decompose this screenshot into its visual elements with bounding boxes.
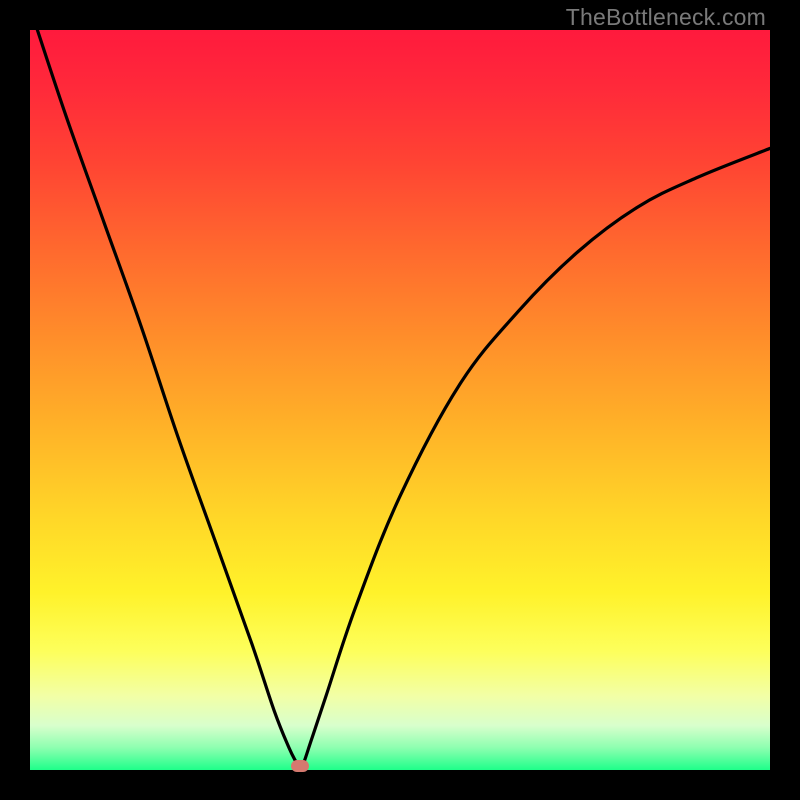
optimum-marker xyxy=(291,760,309,772)
plot-area xyxy=(30,30,770,770)
curve-svg xyxy=(30,30,770,770)
watermark-text: TheBottleneck.com xyxy=(566,4,766,31)
chart-frame: TheBottleneck.com xyxy=(0,0,800,800)
bottleneck-curve xyxy=(37,30,770,770)
